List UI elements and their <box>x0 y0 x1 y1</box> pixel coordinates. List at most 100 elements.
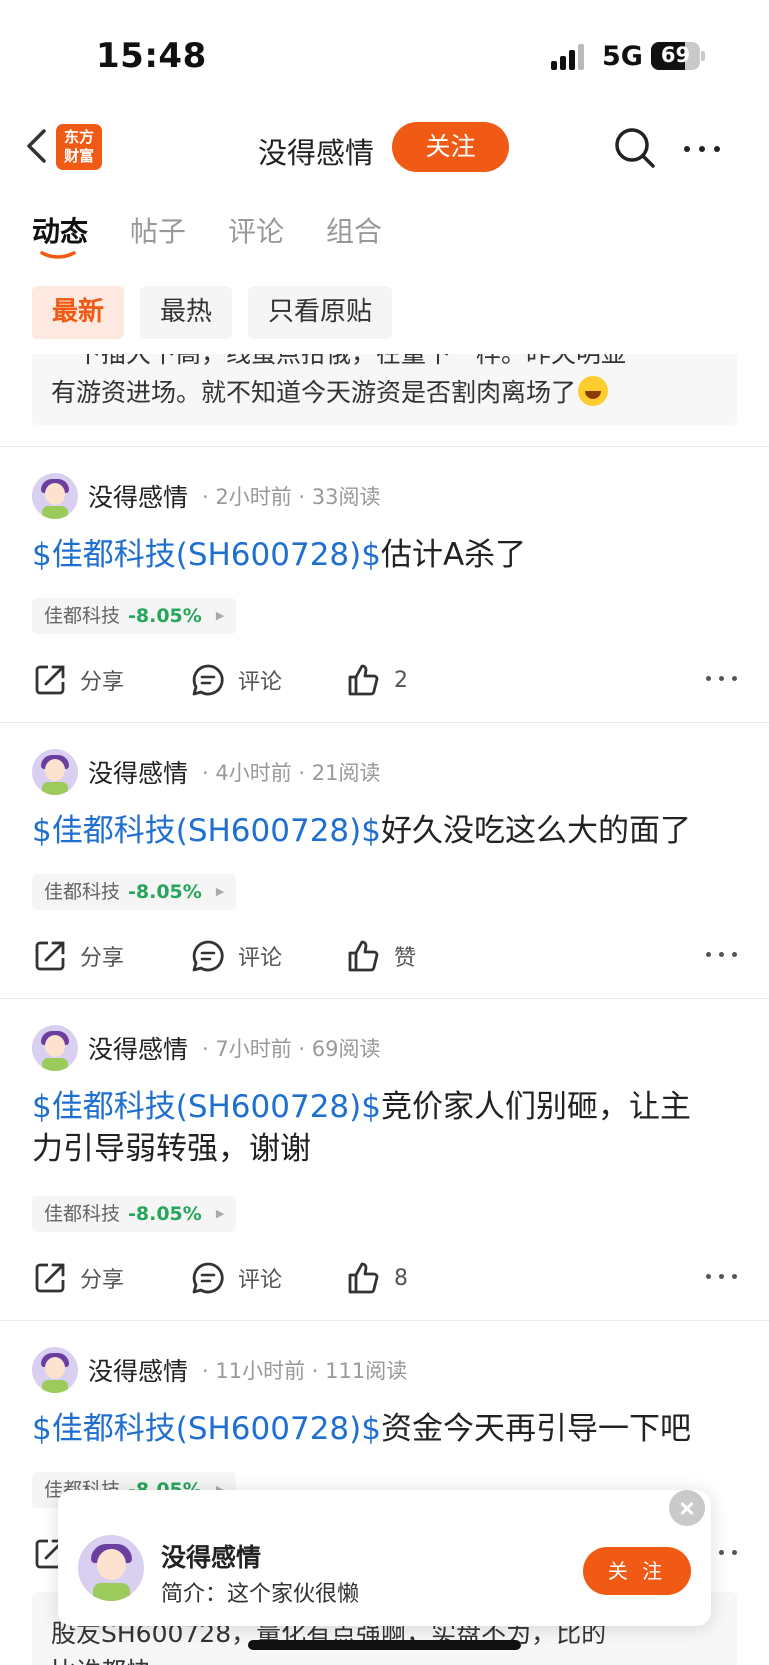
avatar[interactable] <box>32 1347 78 1393</box>
stock-link[interactable]: $佳都科技(SH600728)$ <box>32 813 381 849</box>
share-button[interactable]: 分享 <box>32 1256 124 1300</box>
tab-dynamic[interactable]: 动态 <box>32 210 88 259</box>
more-icon[interactable] <box>684 146 720 152</box>
share-icon <box>35 665 65 695</box>
popup-follow-button[interactable]: 关 注 <box>583 1547 691 1595</box>
post-header: 没得感情 · 2小时前 · 33阅读 <box>32 472 381 520</box>
tab-underline <box>40 251 76 259</box>
filter-hot[interactable]: 最热 <box>140 286 233 339</box>
divider <box>0 722 769 723</box>
logo-line1: 东方 <box>63 128 94 146</box>
tab-portfolio[interactable]: 组合 <box>326 210 382 250</box>
share-button[interactable]: 分享 <box>32 934 124 978</box>
play-arrow-icon: ▶ <box>215 1207 225 1220</box>
stock-tag[interactable]: 佳都科技 -8.05% ▶ <box>32 1196 237 1232</box>
comment-label: 评论 <box>238 1268 283 1293</box>
tab-comments[interactable]: 评论 <box>228 210 284 250</box>
stock-name: 佳都科技 <box>44 605 121 627</box>
tab-label: 帖子 <box>130 215 187 248</box>
post-more-icon[interactable] <box>706 676 737 681</box>
popup-avatar[interactable] <box>78 1535 144 1601</box>
follow-button[interactable]: 关注 <box>392 122 509 172</box>
stock-link[interactable]: $佳都科技(SH600728)$ <box>32 1411 381 1447</box>
author-name[interactable]: 没得感情 <box>88 1030 188 1066</box>
comment-button[interactable]: 评论 <box>190 658 282 702</box>
nav-bar: 东方 财富 没得感情 关注 <box>0 110 769 190</box>
home-indicator[interactable] <box>248 1640 521 1650</box>
search-icon[interactable] <box>613 126 657 170</box>
post-meta: · 2小时前 · 33阅读 <box>202 485 381 509</box>
like-count: 赞 <box>394 946 417 971</box>
post-header: 没得感情 · 11小时前 · 111阅读 <box>32 1346 407 1394</box>
back-icon[interactable] <box>18 126 58 166</box>
share-button[interactable]: 分享 <box>32 658 124 702</box>
quoted-post-partial[interactable]: 一下插大下高，线蛋点拾俄，在量下一样。昨天明显 有游资进场。就不知道今天游资是否… <box>32 354 737 425</box>
stock-change: -8.05% <box>128 605 202 627</box>
quoted-text-line2: 有游资进场。就不知道今天游资是否割肉离场了 <box>51 373 609 409</box>
author-name[interactable]: 没得感情 <box>88 1352 188 1388</box>
logo-line2: 财富 <box>63 147 94 165</box>
post-header: 没得感情 · 4小时前 · 21阅读 <box>32 748 381 796</box>
filter-latest[interactable]: 最新 <box>32 286 125 339</box>
tab-label: 组合 <box>326 215 383 248</box>
divider <box>0 998 769 999</box>
stock-link[interactable]: $佳都科技(SH600728)$ <box>32 1089 381 1125</box>
popup-bio: 简介：这个家伙很懒 <box>161 1582 360 1607</box>
comment-button[interactable]: 评论 <box>190 1256 282 1300</box>
close-icon[interactable] <box>669 1490 705 1526</box>
comment-icon <box>192 664 224 696</box>
comment-label: 评论 <box>238 670 283 695</box>
author-name[interactable]: 没得感情 <box>88 478 188 514</box>
laughing-emoji-icon <box>578 376 609 406</box>
post-meta: · 4小时前 · 21阅读 <box>202 761 381 785</box>
post-more-icon[interactable] <box>706 952 737 957</box>
post-body: 竞价家人们别砸，让主 <box>380 1089 691 1125</box>
post-reads: 33阅读 <box>311 485 381 509</box>
filter-original-only[interactable]: 只看原贴 <box>248 286 393 339</box>
post-reads: 111阅读 <box>325 1359 408 1383</box>
post-text[interactable]: $佳都科技(SH600728)$好久没吃这么大的面了 <box>32 810 737 852</box>
stock-tag[interactable]: 佳都科技 -8.05% ▶ <box>32 598 237 634</box>
share-label: 分享 <box>80 670 125 695</box>
post-body: 资金今天再引导一下吧 <box>380 1411 691 1447</box>
avatar[interactable] <box>32 749 78 795</box>
avatar[interactable] <box>32 1025 78 1071</box>
post-text[interactable]: $佳都科技(SH600728)$竞价家人们别砸，让主 力引导弱转强，谢谢 <box>32 1086 737 1170</box>
comment-icon <box>192 940 224 972</box>
post-more-icon[interactable] <box>706 1274 737 1279</box>
avatar[interactable] <box>32 473 78 519</box>
post-text[interactable]: $佳都科技(SH600728)$资金今天再引导一下吧 <box>32 1408 737 1450</box>
post-reads: 21阅读 <box>311 761 381 785</box>
author-name[interactable]: 没得感情 <box>88 754 188 790</box>
signal-icon <box>551 44 584 70</box>
divider <box>0 446 769 447</box>
post-actions: 分享 评论 8 <box>32 1256 737 1300</box>
like-count: 2 <box>394 667 408 693</box>
share-icon <box>35 1263 65 1293</box>
post-reads: 69阅读 <box>311 1037 381 1061</box>
stock-tag[interactable]: 佳都科技 -8.05% ▶ <box>32 874 237 910</box>
stock-link[interactable]: $佳都科技(SH600728)$ <box>32 537 381 573</box>
post-time: 4小时前 <box>215 761 292 785</box>
comment-button[interactable]: 评论 <box>190 934 282 978</box>
status-bar: 15:48 5G 69 <box>0 0 769 110</box>
page-title: 没得感情 <box>258 136 375 170</box>
post-meta: · 11小时前 · 111阅读 <box>202 1359 408 1383</box>
post-actions: 分享 评论 赞 <box>32 934 737 978</box>
post-text[interactable]: $佳都科技(SH600728)$估计A杀了 <box>32 534 737 576</box>
like-button[interactable]: 8 <box>346 1256 408 1300</box>
like-button[interactable]: 赞 <box>346 934 416 978</box>
battery-cap <box>701 51 705 61</box>
tab-posts[interactable]: 帖子 <box>130 210 186 250</box>
battery-icon: 69 <box>651 42 700 70</box>
popup-author-name: 没得感情 <box>161 1543 262 1572</box>
share-label: 分享 <box>80 1268 125 1293</box>
stock-name: 佳都科技 <box>44 881 121 903</box>
post-actions: 分享 评论 2 <box>32 658 737 702</box>
like-count: 8 <box>394 1265 408 1291</box>
post-body: 好久没吃这么大的面了 <box>380 813 691 849</box>
like-button[interactable]: 2 <box>346 658 408 702</box>
stock-change: -8.05% <box>128 1203 202 1225</box>
quoted-text-line1: 一下插大下高，线蛋点拾俄，在量下一样。昨天明显 <box>51 354 626 370</box>
comment-icon <box>192 1262 224 1294</box>
